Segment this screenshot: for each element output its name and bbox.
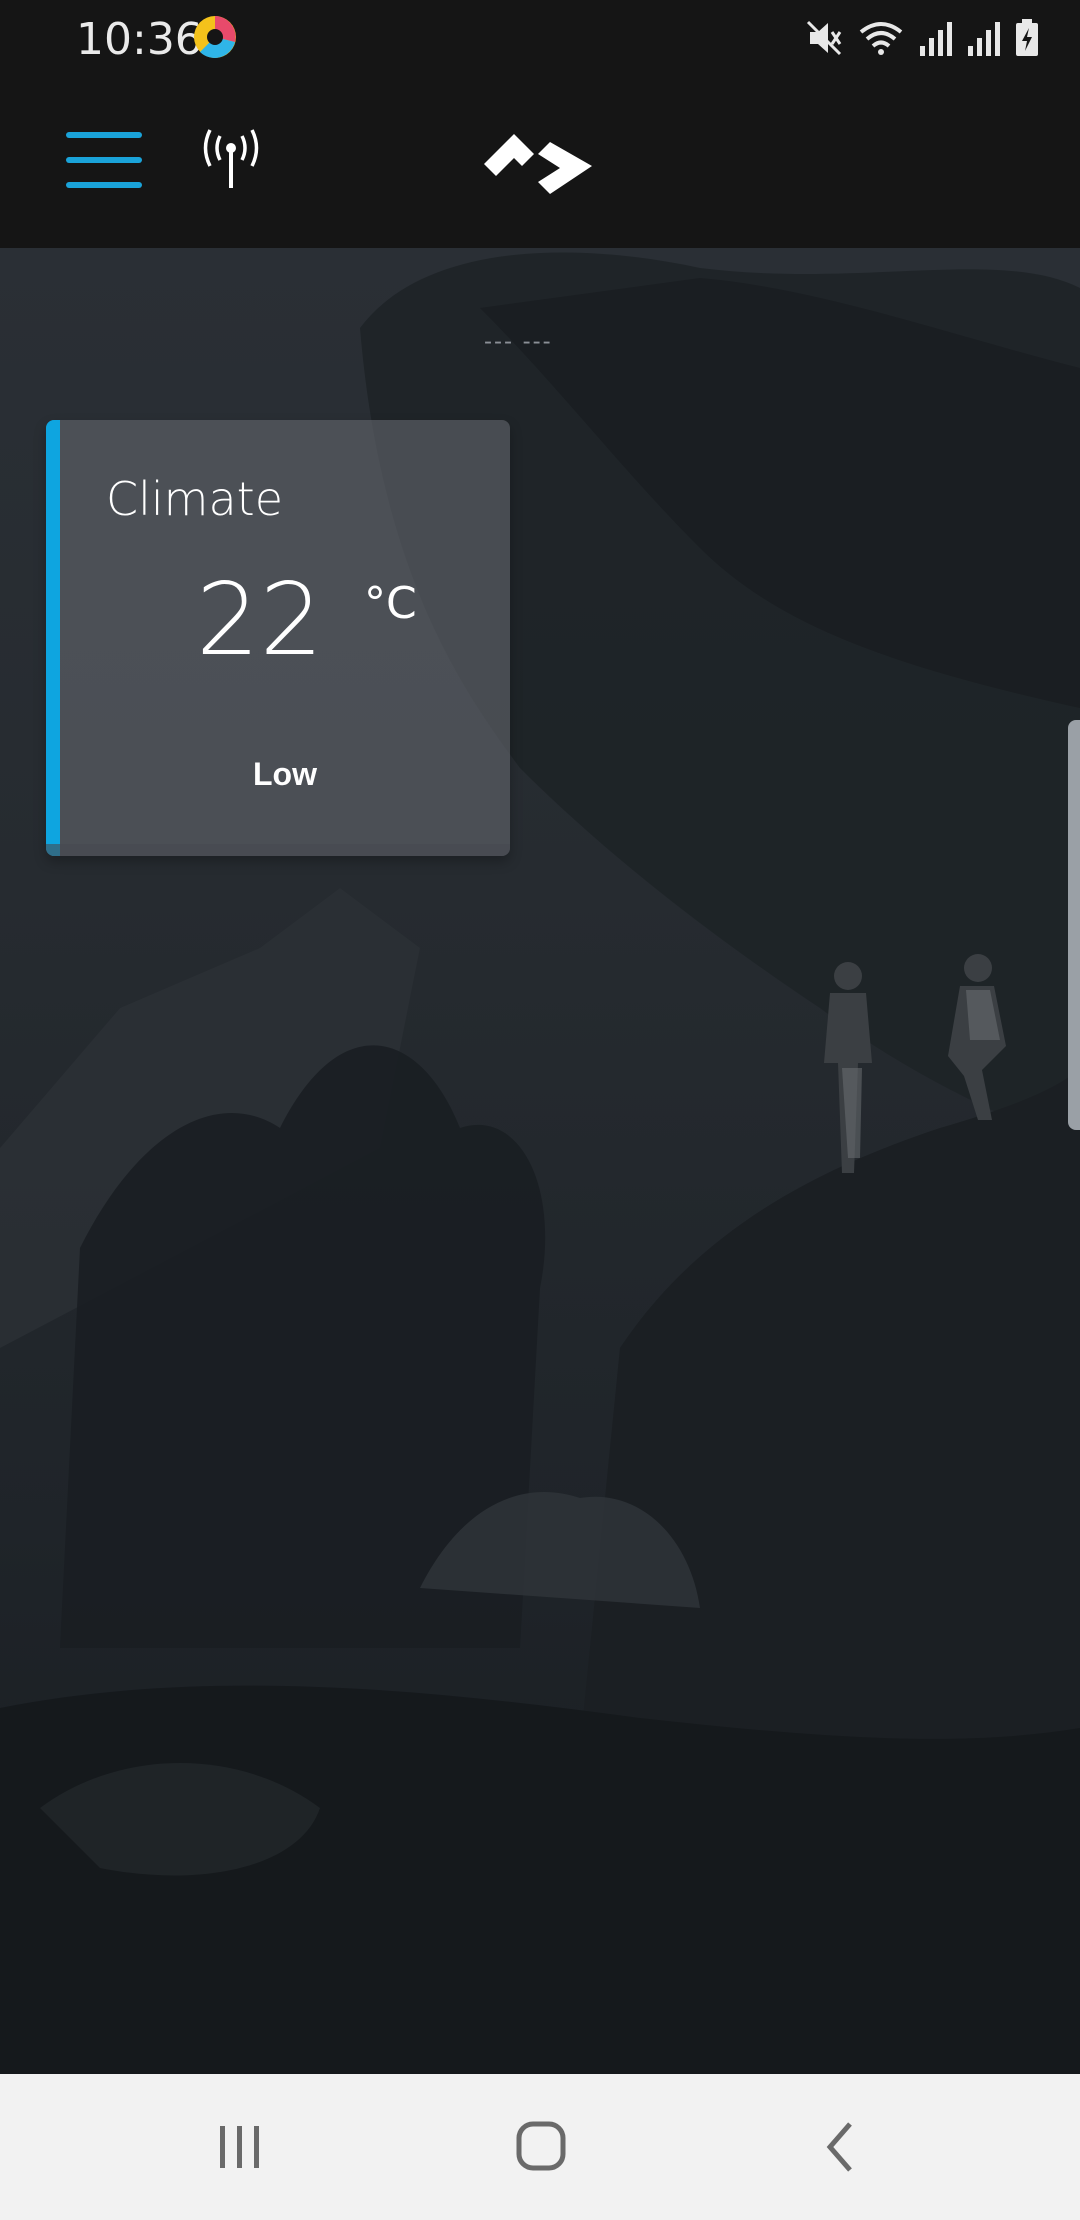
recent-apps-icon[interactable] [200, 2112, 280, 2182]
card-title: Climate [106, 472, 284, 526]
wifi-icon [859, 22, 903, 55]
edge-panel-handle[interactable] [1068, 720, 1080, 1130]
mute-icon [806, 20, 842, 56]
temperature-value: 22 [196, 561, 324, 678]
status-icons [804, 12, 1040, 64]
signal-icon [968, 22, 1000, 56]
home-icon[interactable] [500, 2112, 580, 2182]
app-header [0, 78, 1080, 248]
temperature-display: 22 °C [196, 570, 417, 670]
hamburger-menu-icon[interactable] [66, 132, 144, 188]
date-placeholder: --- --- [484, 328, 596, 355]
back-icon[interactable] [802, 2112, 882, 2182]
card-bottom-shade [46, 844, 510, 856]
signal-icon [920, 22, 952, 56]
brand-logo [480, 126, 600, 206]
app-notification-icon [192, 14, 238, 60]
status-time: 10:36 [76, 14, 203, 65]
temperature-unit: °C [364, 578, 417, 629]
background-image: --- --- Climate 22 °C Low [0, 248, 1080, 2074]
status-bar: 10:36 [0, 0, 1080, 78]
climate-card[interactable]: Climate 22 °C Low [46, 420, 510, 856]
fan-level-label: Low [253, 756, 317, 792]
app-screen: 10:36 Climate 22 °C Low [0, 0, 1080, 2220]
battery-charging-icon [1016, 19, 1038, 56]
antenna-icon[interactable] [192, 126, 270, 196]
system-nav-bar [0, 2074, 1080, 2220]
